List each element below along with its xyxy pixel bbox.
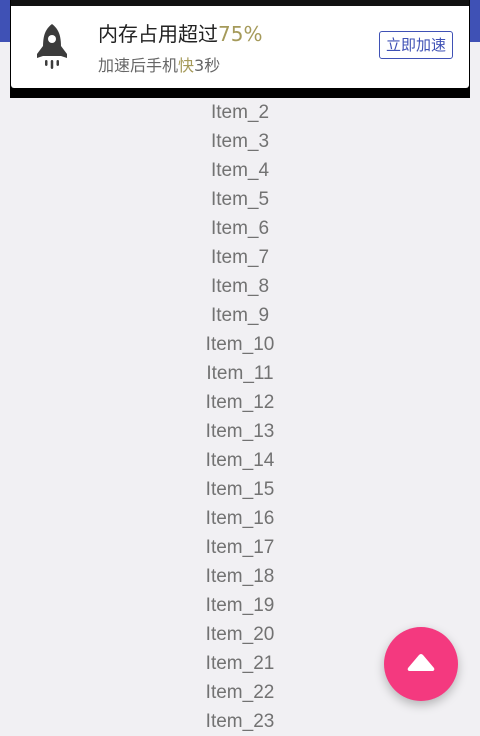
list-item[interactable]: Item_9 (0, 301, 480, 330)
subtitle-highlight: 快 (178, 56, 195, 75)
list-item[interactable]: Item_2 (0, 98, 480, 127)
list-item[interactable]: Item_5 (0, 185, 480, 214)
list-item[interactable]: Item_16 (0, 504, 480, 533)
notification-subtitle: 加速后手机快3秒 (98, 52, 220, 76)
list-item[interactable]: Item_8 (0, 272, 480, 301)
memory-percentage: 75% (218, 22, 263, 46)
list-item[interactable]: Item_19 (0, 591, 480, 620)
list-item[interactable]: Item_17 (0, 533, 480, 562)
list-item[interactable]: Item_15 (0, 475, 480, 504)
list-item[interactable]: Item_10 (0, 330, 480, 359)
list-item[interactable]: Item_11 (0, 359, 480, 388)
subtitle-prefix: 加速后手机 (98, 56, 179, 75)
list-item[interactable]: Item_18 (0, 562, 480, 591)
list-item[interactable]: Item_7 (0, 243, 480, 272)
title-prefix: 内存占用超过 (98, 22, 218, 46)
boost-notification[interactable]: 内存占用超过75% 加速后手机快3秒 立即加速 (11, 0, 469, 88)
list-item[interactable]: Item_13 (0, 417, 480, 446)
list-item[interactable]: Item_3 (0, 127, 480, 156)
list-item[interactable]: Item_23 (0, 707, 480, 736)
arrow-up-icon (407, 654, 435, 671)
notification-title: 内存占用超过75% (98, 18, 262, 47)
list-item[interactable]: Item_12 (0, 388, 480, 417)
list-item[interactable]: Item_14 (0, 446, 480, 475)
list-item[interactable]: Item_4 (0, 156, 480, 185)
subtitle-suffix: 3秒 (194, 56, 221, 75)
scroll-to-top-button[interactable] (384, 627, 458, 701)
rocket-icon (37, 24, 67, 69)
boost-now-button[interactable]: 立即加速 (379, 31, 453, 59)
list-item[interactable]: Item_6 (0, 214, 480, 243)
